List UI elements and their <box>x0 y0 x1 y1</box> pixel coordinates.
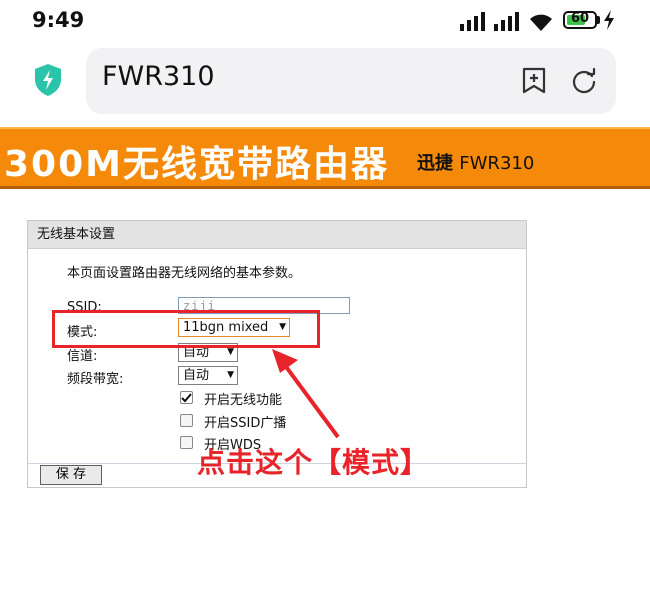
annotation-text: 点击这个【模式】 <box>197 446 430 479</box>
annotation-arrow <box>272 349 340 439</box>
